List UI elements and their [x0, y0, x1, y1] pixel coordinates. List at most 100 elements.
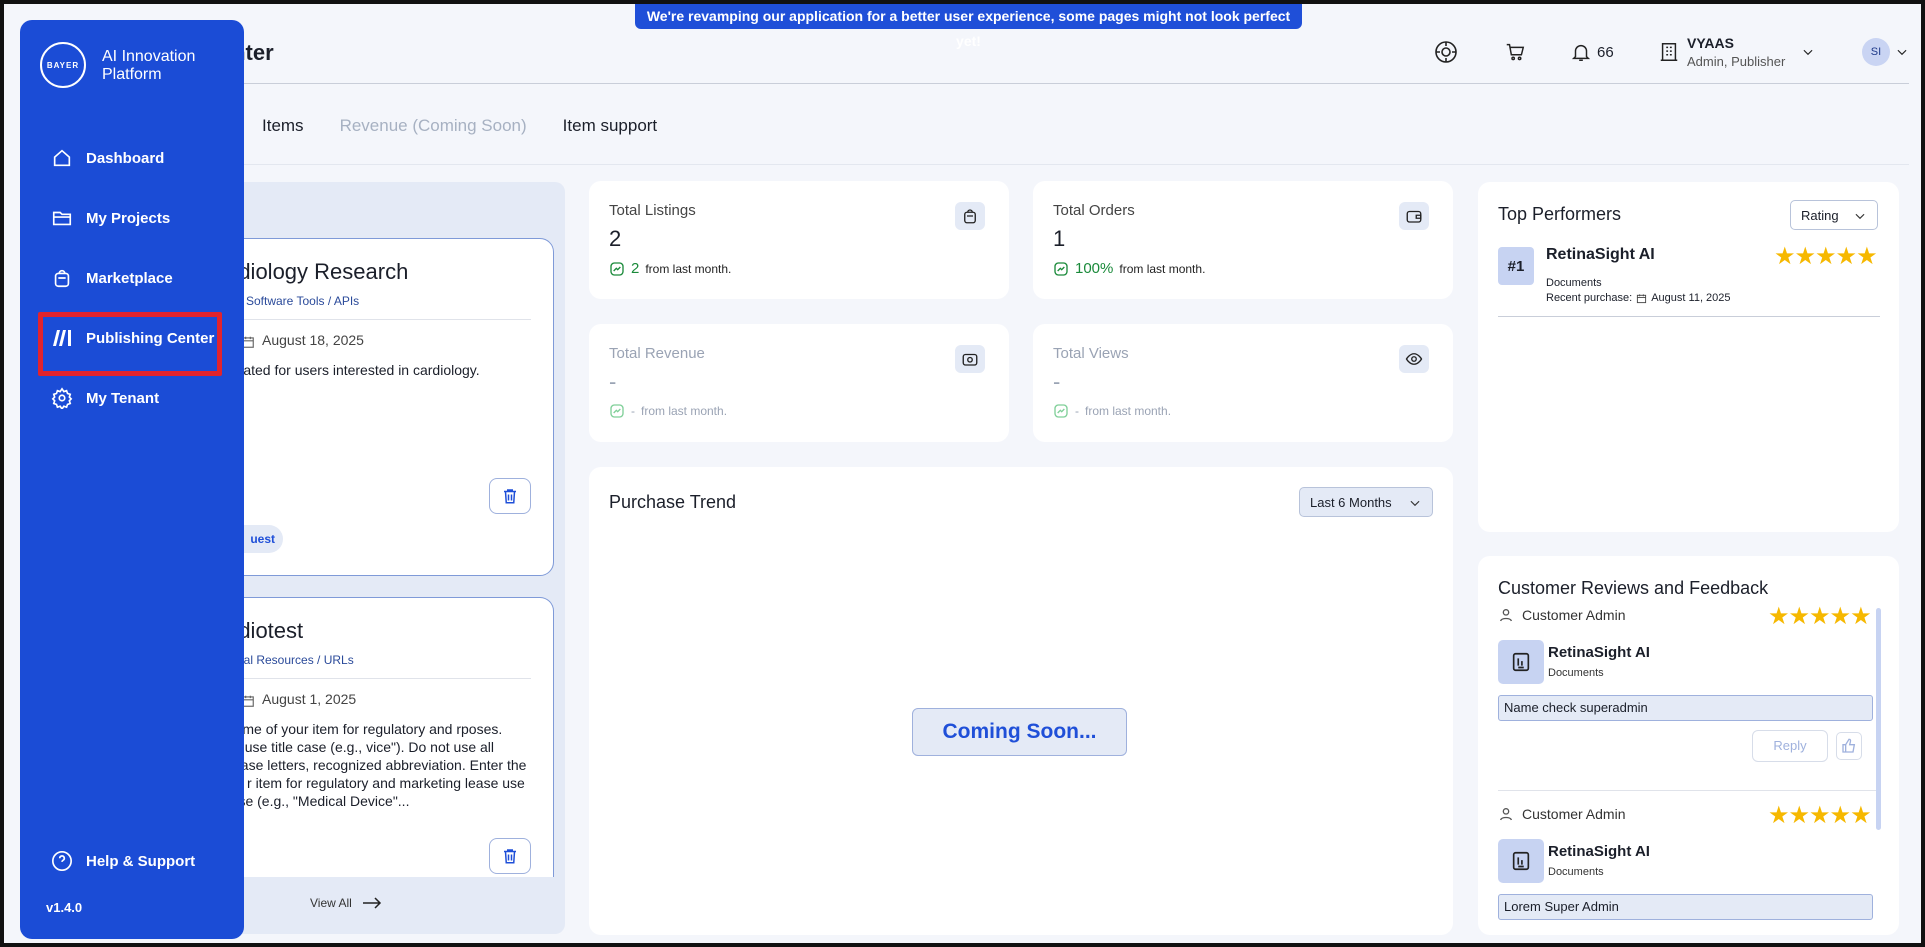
stat-value: 1: [1053, 226, 1066, 251]
trend-up-icon: [1054, 404, 1068, 418]
question-icon: [50, 849, 74, 873]
stat-total-orders: Total Orders 1 100% from last month.: [1033, 181, 1453, 299]
user-icon: [1500, 808, 1512, 821]
gear-icon: [50, 386, 74, 410]
stat-delta: 100% from last month.: [1053, 260, 1205, 277]
range-dropdown[interactable]: Last 6 Months: [1299, 487, 1433, 517]
item-card[interactable]: rdiotest rnal Resources / URLs August 1,…: [202, 597, 554, 877]
dropdown-value: Last 6 Months: [1310, 494, 1392, 510]
stat-total-revenue: Total Revenue - - from last month.: [589, 324, 1009, 442]
stat-delta-suffix: from last month.: [1085, 404, 1172, 418]
tab-item-support[interactable]: Item support: [563, 116, 658, 136]
coming-soon-badge: Coming Soon...: [912, 708, 1127, 756]
scrollbar[interactable]: [1876, 608, 1881, 830]
sidebar-item-label: My Projects: [86, 209, 171, 227]
top-performers-panel: Top Performers Rating #1 RetinaSight AI …: [1478, 182, 1899, 532]
item-category: Software Tools / APIs: [246, 294, 360, 308]
panel-title: Top Performers: [1498, 204, 1622, 224]
delete-button[interactable]: [489, 478, 531, 514]
stat-delta-value: 2: [631, 260, 640, 277]
review-item-name[interactable]: RetinaSight AI: [1548, 644, 1650, 661]
document-icon: [1498, 640, 1544, 684]
sort-dropdown[interactable]: Rating: [1790, 200, 1878, 230]
performer-name[interactable]: RetinaSight AI: [1546, 246, 1655, 264]
cart-icon[interactable]: [1501, 38, 1529, 66]
help-support-link[interactable]: Help & Support: [50, 849, 195, 873]
sidebar-item-label: Marketplace: [86, 269, 173, 287]
user-role: Admin, Publisher: [1687, 54, 1786, 69]
brand-line-1: AI Innovation: [102, 48, 196, 65]
chevron-down-icon[interactable]: [1794, 38, 1822, 66]
performer-type: Documents: [1546, 277, 1602, 289]
panel-title: Purchase Trend: [609, 492, 737, 512]
tab-items[interactable]: Items: [262, 116, 304, 136]
review-user: Customer Admin: [1498, 806, 1625, 822]
sidebar-item-marketplace[interactable]: Marketplace: [50, 266, 173, 290]
rating-stars: ★★★★★: [1768, 603, 1872, 630]
stat-value: -: [609, 369, 617, 394]
sidebar-item-dashboard[interactable]: Dashboard: [50, 146, 164, 170]
recent-purchase: Recent purchase: August 11, 2025: [1546, 292, 1731, 304]
bag-icon: [50, 266, 74, 290]
tab-bar: Items Revenue (Coming Soon) Item support: [204, 116, 657, 136]
help-circle-icon[interactable]: [1432, 38, 1460, 66]
panel-title: Customer Reviews and Feedback: [1498, 578, 1769, 598]
sidebar-item-label: My Tenant: [86, 389, 160, 407]
delete-button[interactable]: [489, 838, 531, 874]
trend-up-icon: [1054, 261, 1068, 276]
folder-icon: [50, 206, 74, 230]
stat-delta-suffix: from last month.: [1119, 261, 1206, 276]
stat-delta: 2 from last month.: [609, 260, 731, 277]
eye-icon: [1399, 345, 1429, 373]
building-icon: [1655, 38, 1683, 66]
header-divider: [239, 83, 1909, 84]
notification-count: 66: [1597, 44, 1614, 61]
divider: [1498, 316, 1880, 317]
user-icon: [1500, 609, 1512, 622]
like-button[interactable]: [1836, 732, 1862, 760]
stat-label: Total Views: [1053, 345, 1129, 362]
sidebar: BAYER AI Innovation Platform Dashboard M…: [20, 20, 244, 939]
selection-highlight: [38, 312, 222, 376]
view-all-link[interactable]: View All: [310, 896, 382, 910]
review-item-type: Documents: [1548, 866, 1604, 878]
review-user-name: Customer Admin: [1522, 806, 1626, 822]
stat-total-listings: Total Listings 2 2 from last month.: [589, 181, 1009, 299]
rating-stars: ★★★★★: [1774, 243, 1878, 270]
sidebar-item-label: Dashboard: [86, 149, 165, 167]
bag-icon: [955, 202, 985, 230]
item-description: cise name of your item for regulatory an…: [202, 721, 527, 809]
reply-button[interactable]: Reply: [1752, 730, 1828, 762]
chevron-down-icon: [1855, 213, 1865, 220]
calendar-icon: [1637, 293, 1647, 303]
rank-badge: #1: [1498, 247, 1534, 285]
review-item-type: Documents: [1548, 667, 1604, 679]
avatar[interactable]: SI: [1862, 38, 1890, 66]
item-title: rdiology Research: [231, 259, 409, 284]
thumbs-up-icon: [1842, 738, 1856, 753]
user-name[interactable]: VYAAS: [1687, 35, 1734, 51]
stat-delta-value: 100%: [1075, 260, 1114, 277]
bell-icon[interactable]: [1567, 38, 1595, 66]
money-icon: [955, 345, 985, 373]
chevron-down-icon[interactable]: [1888, 38, 1916, 66]
item-description: s created for users interested in cardio…: [213, 362, 480, 378]
review-user-name: Customer Admin: [1522, 607, 1626, 623]
brand-name: AI Innovation Platform: [102, 48, 195, 84]
divider: [231, 319, 531, 320]
reviews-panel: Customer Reviews and Feedback Customer A…: [1478, 556, 1899, 935]
item-card[interactable]: rdiology Research Software Tools / APIs …: [202, 238, 554, 576]
review-item-name[interactable]: RetinaSight AI: [1548, 843, 1650, 860]
sidebar-item-my-tenant[interactable]: My Tenant: [50, 386, 159, 410]
item-category: rnal Resources / URLs: [233, 653, 354, 667]
divider: [231, 678, 531, 679]
stat-delta: - from last month.: [609, 403, 727, 419]
trend-up-icon: [610, 404, 624, 418]
stat-delta-suffix: from last month.: [641, 404, 728, 418]
brand-line-2: Platform: [102, 66, 162, 83]
sidebar-item-my-projects[interactable]: My Projects: [50, 206, 170, 230]
stat-delta-value: -: [631, 404, 635, 418]
tab-revenue: Revenue (Coming Soon): [339, 116, 527, 135]
stat-label: Total Listings: [609, 202, 696, 219]
stat-label: Total Orders: [1053, 202, 1135, 219]
